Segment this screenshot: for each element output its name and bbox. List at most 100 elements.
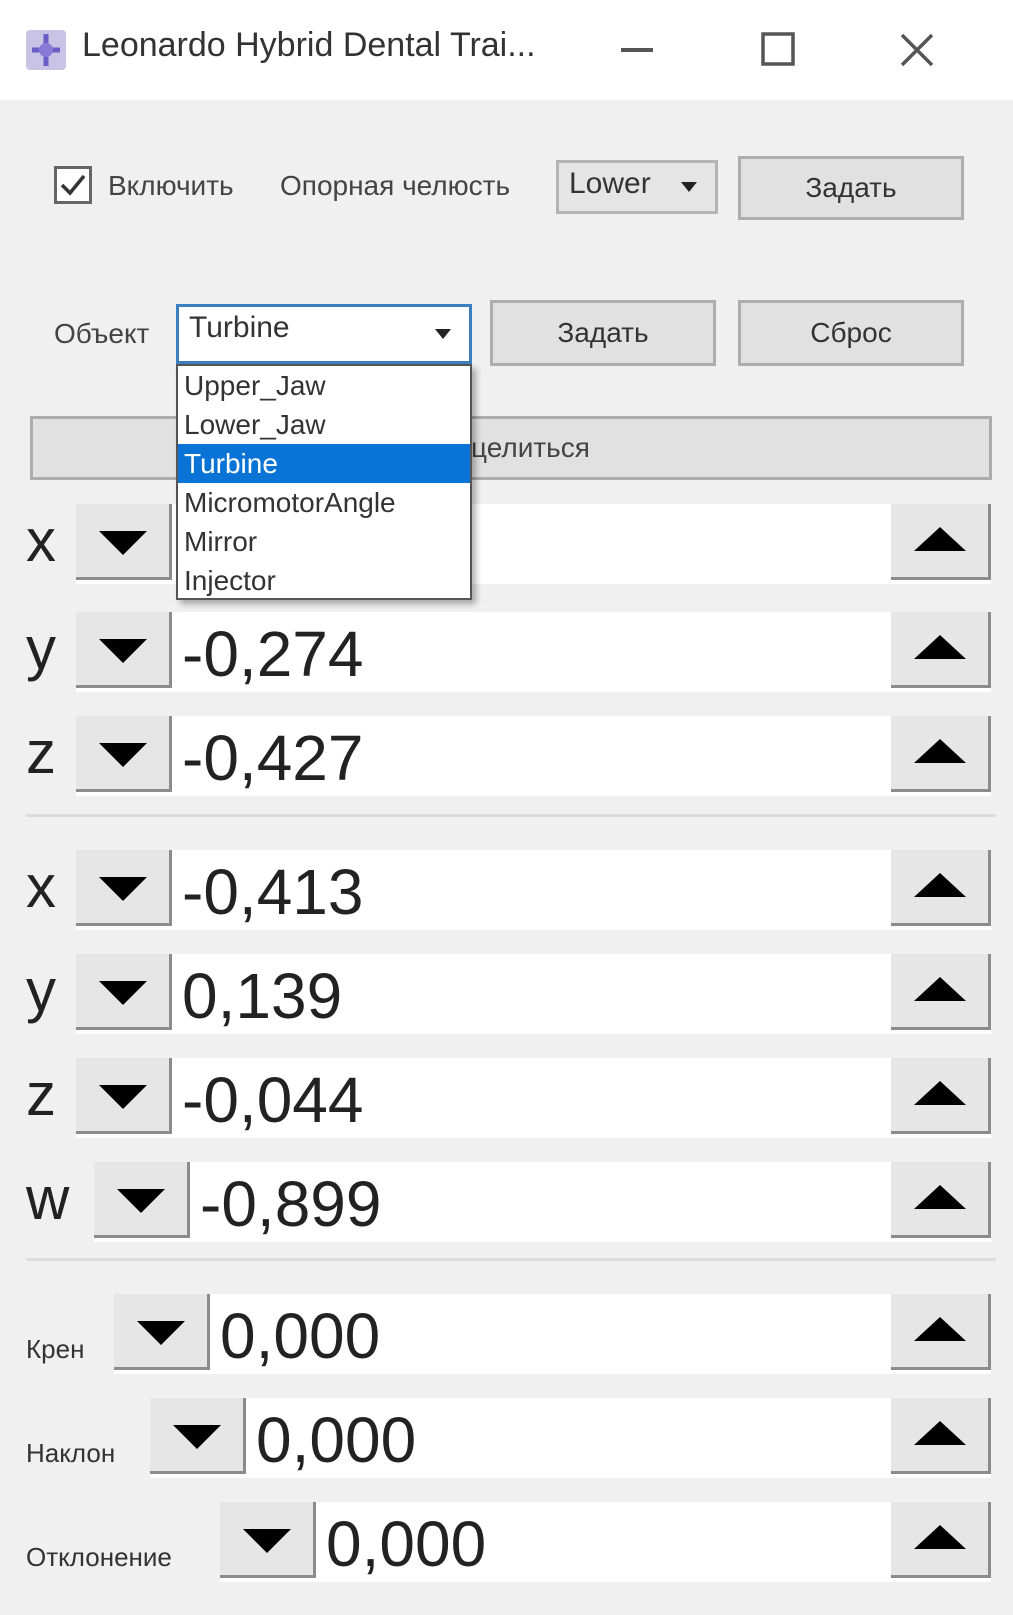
checkmark-icon [60, 174, 86, 196]
position-row-z: z -0,427 [0, 712, 1013, 796]
triangle-down-icon [98, 980, 147, 1005]
triangle-down-icon [98, 742, 147, 767]
increment-button[interactable] [891, 954, 991, 1030]
triangle-down-icon [116, 1188, 165, 1213]
axis-label: Наклон [26, 1438, 116, 1468]
spinbox-value: -0,413 [182, 856, 364, 928]
decrement-button[interactable] [76, 1058, 172, 1134]
triangle-down-icon [98, 1084, 147, 1109]
maximize-icon [761, 32, 795, 66]
pitch-spinbox[interactable]: 0,000 [150, 1398, 991, 1478]
rotation-z-spinbox[interactable]: -0,044 [76, 1058, 991, 1138]
spinbox-value: 0,000 [256, 1404, 417, 1476]
object-dropdown-list: Upper_Jaw Lower_Jaw Turbine MicromotorAn… [176, 364, 472, 600]
object-select-value: Turbine [189, 311, 290, 344]
spinbox-value: 0,139 [182, 960, 343, 1032]
increment-button[interactable] [891, 716, 991, 792]
rotation-row-y: y 0,139 [0, 950, 1013, 1034]
triangle-down-icon [98, 530, 147, 555]
dropdown-option-micromotor-angle[interactable]: MicromotorAngle [178, 483, 470, 522]
rotation-w-spinbox[interactable]: -0,899 [94, 1162, 991, 1242]
set-object-button[interactable]: Задать [490, 300, 716, 366]
decrement-button[interactable] [76, 612, 172, 688]
close-button[interactable] [872, 20, 962, 80]
triangle-up-icon [913, 976, 966, 1001]
set-jaw-button[interactable]: Задать [738, 156, 964, 220]
spinbox-value: 0,000 [220, 1300, 381, 1372]
axis-label: x [26, 507, 56, 574]
triangle-down-icon [98, 876, 147, 901]
decrement-button[interactable] [76, 716, 172, 792]
axis-label: x [26, 853, 56, 920]
title-bar: Leonardo Hybrid Dental Trai... [0, 0, 1013, 100]
dropdown-option-mirror[interactable]: Mirror [178, 522, 470, 561]
dropdown-option-upper-jaw[interactable]: Upper_Jaw [178, 366, 470, 405]
position-y-spinbox[interactable]: -0,274 [76, 612, 991, 692]
maximize-button[interactable] [734, 20, 824, 80]
triangle-up-icon [913, 1080, 966, 1105]
triangle-down-icon [136, 1320, 185, 1345]
decrement-button[interactable] [76, 850, 172, 926]
yaw-spinbox[interactable]: 0,000 [220, 1502, 991, 1582]
triangle-down-icon [172, 1424, 221, 1449]
divider [26, 814, 996, 817]
reset-button[interactable]: Сброс [738, 300, 964, 366]
triangle-up-icon [913, 1524, 966, 1549]
dropdown-option-lower-jaw[interactable]: Lower_Jaw [178, 405, 470, 444]
dropdown-option-injector[interactable]: Injector [178, 561, 470, 600]
spinbox-value: -0,899 [200, 1168, 382, 1240]
close-icon [900, 33, 934, 67]
jaw-label: Опорная челюсть [280, 170, 511, 201]
axis-label: y [26, 615, 56, 682]
triangle-up-icon [913, 1420, 966, 1445]
axis-label: y [26, 957, 56, 1024]
decrement-button[interactable] [220, 1502, 316, 1578]
decrement-button[interactable] [76, 954, 172, 1030]
increment-button[interactable] [891, 1398, 991, 1474]
enable-label: Включить [108, 170, 234, 201]
increment-button[interactable] [891, 1162, 991, 1238]
euler-row-pitch: Наклон 0,000 [0, 1394, 1013, 1478]
axis-label: Крен [26, 1334, 85, 1364]
decrement-button[interactable] [150, 1398, 246, 1474]
object-select[interactable]: Turbine [176, 304, 472, 364]
dropdown-option-turbine[interactable]: Turbine [178, 444, 470, 483]
aim-button-label: целиться [471, 432, 590, 463]
axis-label: z [26, 719, 56, 786]
window-title: Leonardo Hybrid Dental Trai... [82, 26, 536, 64]
jaw-select[interactable]: Lower [556, 160, 718, 214]
object-label: Объект [54, 318, 150, 349]
decrement-button[interactable] [76, 504, 172, 580]
aim-button[interactable]: целиться [30, 416, 992, 480]
euler-row-yaw: Отклонение 0,000 [0, 1498, 1013, 1582]
chevron-down-icon [435, 329, 451, 339]
jaw-select-value: Lower [569, 167, 651, 200]
triangle-up-icon [913, 634, 966, 659]
enable-checkbox[interactable] [54, 166, 92, 204]
decrement-button[interactable] [114, 1294, 210, 1370]
app-icon [24, 28, 68, 72]
position-row-x: x [0, 500, 1013, 584]
position-z-spinbox[interactable]: -0,427 [76, 716, 991, 796]
axis-label: w [26, 1165, 70, 1232]
decrement-button[interactable] [94, 1162, 190, 1238]
divider [26, 1258, 996, 1261]
increment-button[interactable] [891, 850, 991, 926]
increment-button[interactable] [891, 612, 991, 688]
increment-button[interactable] [891, 1058, 991, 1134]
increment-button[interactable] [891, 504, 991, 580]
increment-button[interactable] [891, 1502, 991, 1578]
triangle-up-icon [913, 738, 966, 763]
spinbox-value: 0,000 [326, 1508, 487, 1580]
triangle-up-icon [913, 1316, 966, 1341]
triangle-down-icon [242, 1528, 291, 1553]
rotation-y-spinbox[interactable]: 0,139 [76, 954, 991, 1034]
increment-button[interactable] [891, 1294, 991, 1370]
main-window: Leonardo Hybrid Dental Trai... Включить … [0, 0, 1013, 1615]
spinbox-value: -0,044 [182, 1064, 364, 1136]
minimize-button[interactable] [596, 20, 686, 80]
rotation-row-x: x -0,413 [0, 846, 1013, 930]
rotation-x-spinbox[interactable]: -0,413 [76, 850, 991, 930]
roll-spinbox[interactable]: 0,000 [114, 1294, 991, 1374]
triangle-up-icon [913, 1184, 966, 1209]
